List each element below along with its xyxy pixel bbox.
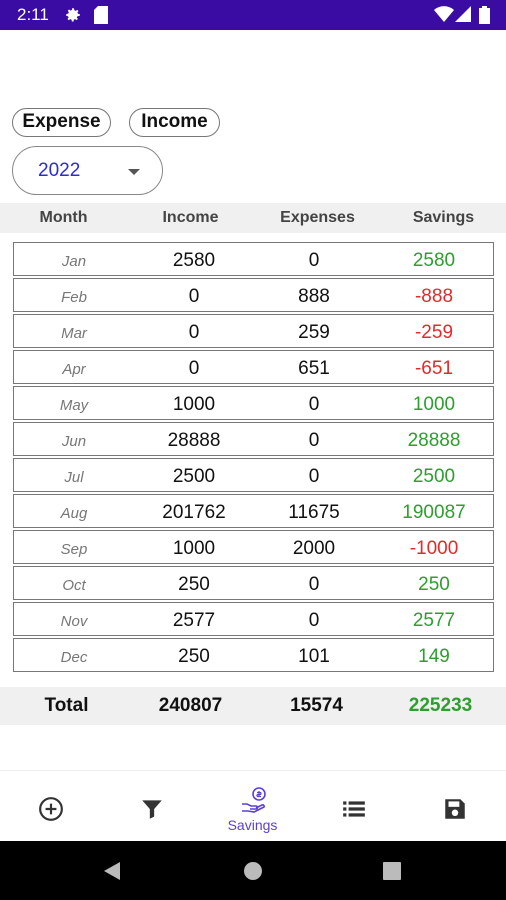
save-icon (445, 799, 465, 819)
month-cell: Jun (61, 433, 87, 450)
income-cell: 201762 (162, 502, 226, 523)
month-cell: Jan (61, 253, 87, 270)
add-circle-icon (39, 797, 63, 821)
month-cell: Nov (60, 613, 88, 630)
list-icon (343, 801, 365, 817)
table-header: Month Income Expenses Savings (0, 203, 506, 233)
savings-cell: 28888 (407, 430, 461, 451)
year-dropdown[interactable]: 2022 (12, 146, 163, 195)
expenses-cell: 651 (298, 358, 330, 379)
table-row[interactable]: Feb 0 888 -888 (13, 278, 494, 312)
status-bar: 2:11 (0, 0, 506, 30)
income-cell: 1000 (172, 538, 216, 559)
savings-cell: 149 (418, 646, 450, 667)
table-row[interactable]: Mar 0 259 -259 (13, 314, 494, 348)
income-cell: 0 (188, 358, 200, 379)
header-income: Income (162, 209, 219, 226)
filter-icon (142, 800, 162, 819)
nav-save[interactable] (404, 771, 505, 842)
total-label: Total (44, 695, 89, 716)
income-cell: 0 (188, 286, 200, 307)
savings-cell: 2580 (412, 250, 456, 271)
month-cell: Aug (60, 505, 88, 522)
income-cell: 2500 (172, 466, 216, 487)
expenses-cell: 101 (298, 646, 330, 667)
month-cell: Mar (61, 325, 87, 342)
total-expenses: 15574 (290, 695, 343, 716)
home-icon[interactable] (243, 861, 263, 886)
expenses-cell: 0 (308, 574, 320, 595)
month-cell: May (59, 397, 89, 414)
table-row[interactable]: Sep 1000 2000 -1000 (13, 530, 494, 564)
savings-cell: -1000 (409, 538, 459, 559)
month-cell: Sep (60, 541, 88, 558)
income-cell: 1000 (172, 394, 216, 415)
income-cell: 250 (178, 646, 210, 667)
month-cell: Oct (62, 577, 86, 594)
savings-icon (242, 787, 266, 813)
savings-cell: 190087 (402, 502, 466, 523)
income-cell: 2580 (172, 250, 216, 271)
gear-icon (64, 6, 82, 29)
month-cell: Feb (61, 289, 87, 306)
total-savings: 225233 (408, 695, 473, 716)
header-month: Month (39, 209, 88, 226)
table-row[interactable]: Dec 250 101 149 (13, 638, 494, 672)
income-cell: 28888 (167, 430, 221, 451)
expenses-cell: 888 (298, 286, 330, 307)
income-chip[interactable]: Income (129, 108, 220, 137)
expenses-cell: 0 (308, 610, 320, 631)
expenses-cell: 0 (308, 394, 320, 415)
table-row[interactable]: Apr 0 651 -651 (13, 350, 494, 384)
nav-add[interactable] (0, 771, 101, 842)
total-income: 240807 (158, 695, 223, 716)
total-row: Total 240807 15574 225233 (0, 687, 506, 725)
wifi-icon (434, 6, 454, 27)
table-row[interactable]: Jan 2580 0 2580 (13, 242, 494, 276)
back-icon[interactable] (102, 861, 122, 886)
savings-cell: 250 (418, 574, 450, 595)
savings-cell: -888 (414, 286, 454, 307)
income-cell: 0 (188, 322, 200, 343)
status-time: 2:11 (17, 5, 49, 24)
nav-savings-label: Savings (227, 817, 278, 833)
expenses-cell: 0 (308, 250, 320, 271)
income-cell: 2577 (172, 610, 216, 631)
expenses-cell: 0 (308, 430, 320, 451)
sd-card-icon (94, 6, 108, 29)
month-cell: Apr (62, 361, 86, 378)
table-row[interactable]: Jun 28888 0 28888 (13, 422, 494, 456)
nav-list[interactable] (303, 771, 404, 842)
month-cell: Dec (60, 649, 88, 666)
system-navigation-bar (0, 841, 506, 900)
bottom-navigation: Savings (0, 770, 506, 841)
income-cell: 250 (178, 574, 210, 595)
savings-cell: 2577 (412, 610, 456, 631)
table-row[interactable]: Nov 2577 0 2577 (13, 602, 494, 636)
table-row[interactable]: Jul 2500 0 2500 (13, 458, 494, 492)
expenses-cell: 0 (308, 466, 320, 487)
month-cell: Jul (64, 469, 84, 486)
savings-cell: 2500 (412, 466, 456, 487)
table-row[interactable]: Oct 250 0 250 (13, 566, 494, 600)
expense-chip[interactable]: Expense (12, 108, 111, 137)
header-expenses: Expenses (280, 209, 355, 226)
signal-icon (455, 6, 471, 27)
savings-cell: -259 (414, 322, 454, 343)
battery-icon (479, 6, 490, 29)
savings-cell: 1000 (412, 394, 456, 415)
dropdown-caret-icon (128, 169, 140, 175)
table-row[interactable]: Aug 201762 11675 190087 (13, 494, 494, 528)
recents-icon[interactable] (383, 862, 401, 885)
header-savings: Savings (412, 209, 475, 226)
year-value: 2022 (38, 160, 81, 181)
nav-savings[interactable]: Savings (202, 771, 303, 842)
expenses-cell: 259 (298, 322, 330, 343)
expenses-cell: 11675 (288, 502, 340, 523)
savings-cell: -651 (414, 358, 454, 379)
expenses-cell: 2000 (292, 538, 336, 559)
table-row[interactable]: May 1000 0 1000 (13, 386, 494, 420)
nav-filter[interactable] (101, 771, 202, 842)
